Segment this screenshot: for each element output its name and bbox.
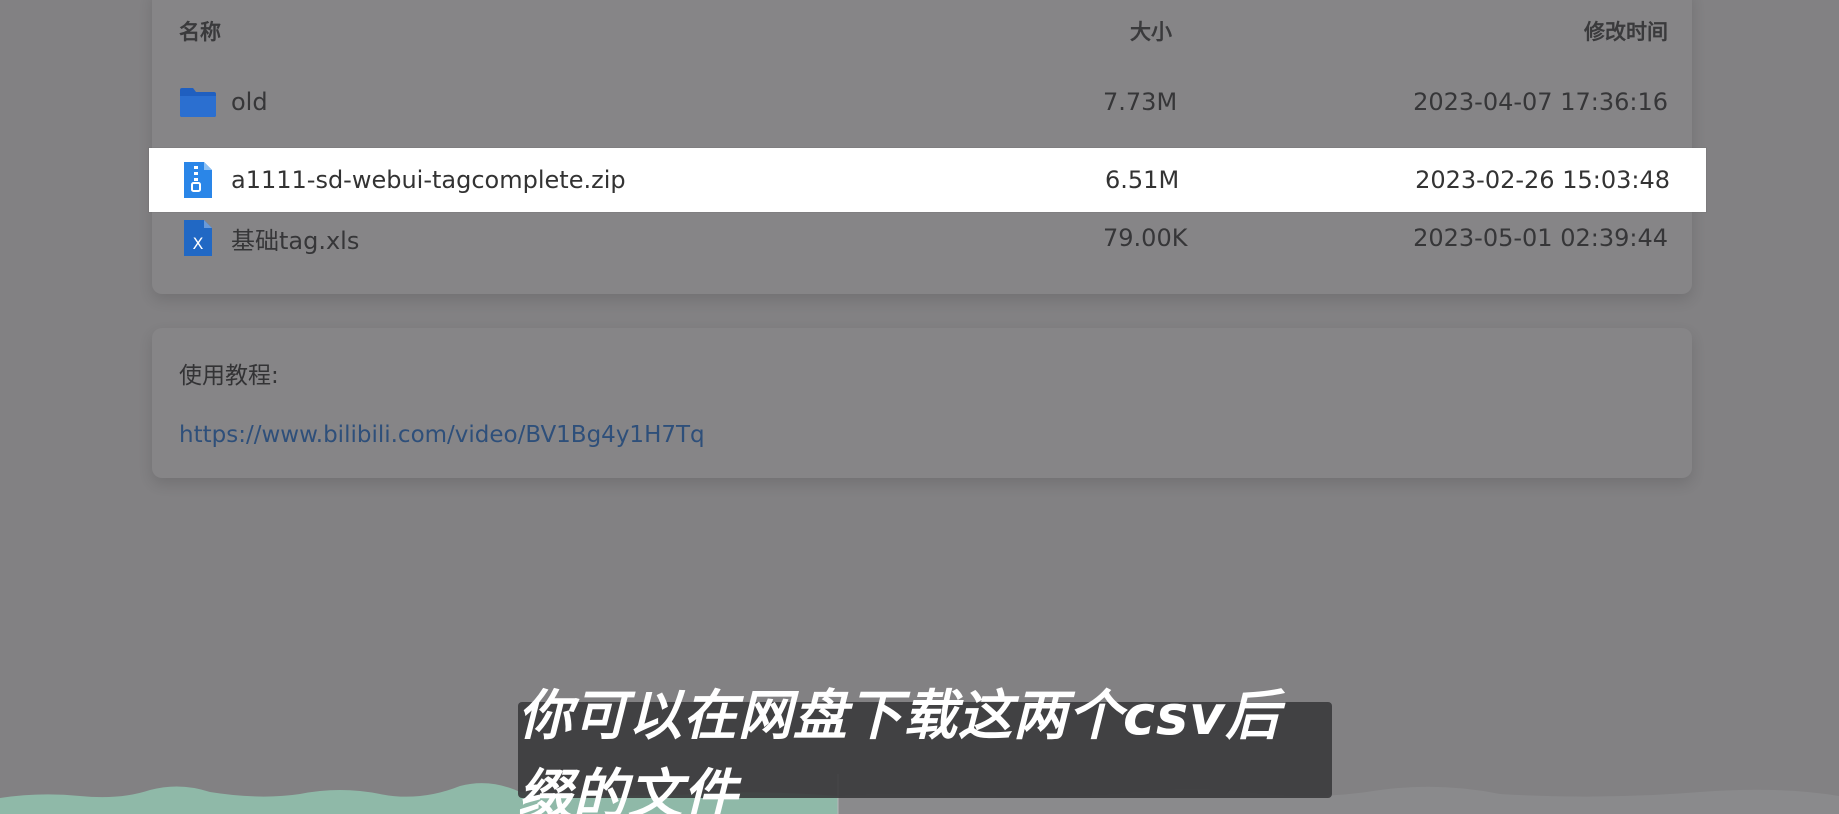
- file-row-xls[interactable]: X 基础tag.xls 79.00K 2023-05-01 02:39:44: [152, 206, 1692, 270]
- tutorial-label: 使用教程:: [179, 363, 279, 389]
- tutorial-card: 使用教程: https://www.bilibili.com/video/BV1…: [152, 328, 1692, 478]
- header-name[interactable]: 名称: [179, 16, 221, 46]
- excel-file-icon: X: [179, 218, 217, 258]
- tutorial-link[interactable]: https://www.bilibili.com/video/BV1Bg4y1H…: [179, 422, 705, 448]
- zip-file-icon: [179, 160, 217, 200]
- file-name[interactable]: old: [231, 88, 268, 116]
- file-modified: 2023-04-07 17:36:16: [1413, 88, 1668, 116]
- file-size: 6.51M: [1105, 166, 1180, 194]
- page-background: 名称 大小 修改时间 old 7.73M 2023-04-07 17:36:16: [0, 0, 1839, 814]
- video-subtitle: 你可以在网盘下载这两个csv后缀的文件: [518, 684, 1332, 814]
- file-name[interactable]: 基础tag.xls: [231, 221, 359, 256]
- folder-icon: [179, 82, 217, 122]
- file-modified: 2023-02-26 15:03:48: [1415, 166, 1670, 194]
- file-size: 79.00K: [1103, 224, 1188, 252]
- file-size: 7.73M: [1103, 88, 1178, 116]
- header-modified[interactable]: 修改时间: [1584, 16, 1668, 46]
- subtitle-text: 你可以在网盘下载这两个csv后缀的文件: [518, 684, 1281, 814]
- file-list-card: 名称 大小 修改时间 old 7.73M 2023-04-07 17:36:16: [152, 0, 1692, 294]
- header-size[interactable]: 大小: [1130, 16, 1172, 46]
- file-name[interactable]: a1111-sd-webui-tagcomplete.zip: [231, 166, 626, 194]
- file-row-zip-highlighted[interactable]: a1111-sd-webui-tagcomplete.zip 6.51M 202…: [149, 148, 1706, 212]
- file-modified: 2023-05-01 02:39:44: [1413, 224, 1668, 252]
- file-table-header: 名称 大小 修改时间: [152, 16, 1692, 44]
- file-row-old[interactable]: old 7.73M 2023-04-07 17:36:16: [152, 70, 1692, 134]
- svg-text:X: X: [193, 234, 204, 253]
